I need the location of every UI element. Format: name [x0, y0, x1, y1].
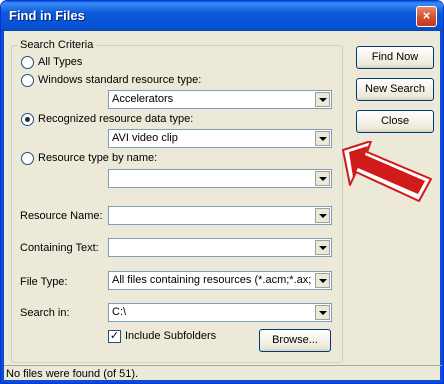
window-title: Find in Files — [9, 8, 85, 23]
windows-standard-type-value: Accelerators — [112, 93, 174, 105]
find-now-button[interactable]: Find Now — [356, 46, 434, 69]
close-button[interactable]: Close — [356, 110, 434, 133]
chevron-down-icon[interactable] — [315, 131, 330, 146]
search-in-label: Search in: — [20, 307, 70, 319]
find-in-files-window: Find in Files × Search Criteria All Type… — [0, 0, 444, 384]
red-arrow-icon — [342, 141, 432, 202]
file-type-combo[interactable]: All files containing resources (*.acm;*.… — [108, 271, 332, 290]
chevron-down-icon[interactable] — [315, 305, 330, 320]
chevron-down-icon[interactable] — [315, 171, 330, 186]
containing-text-label: Containing Text: — [20, 242, 99, 254]
chevron-down-icon[interactable] — [315, 240, 330, 255]
radio-recognized-type[interactable] — [21, 113, 34, 126]
radio-type-by-name[interactable] — [21, 152, 34, 165]
recognized-type-value: AVI video clip — [112, 132, 178, 144]
recognized-type-combo[interactable]: AVI video clip — [108, 129, 332, 148]
include-subfolders-label[interactable]: Include Subfolders — [125, 330, 216, 342]
resource-name-combo[interactable] — [108, 206, 332, 225]
type-by-name-combo[interactable] — [108, 169, 332, 188]
new-search-button[interactable]: New Search — [356, 78, 434, 101]
search-in-combo[interactable]: C:\ — [108, 303, 332, 322]
window-close-button[interactable]: × — [416, 6, 437, 27]
status-bar: No files were found (of 51). — [4, 365, 442, 382]
radio-all-types[interactable] — [21, 56, 34, 69]
radio-recognized-type-label[interactable]: Recognized resource data type: — [38, 113, 193, 125]
browse-button[interactable]: Browse... — [259, 329, 331, 352]
file-type-label: File Type: — [20, 276, 68, 288]
radio-windows-standard[interactable] — [21, 74, 34, 87]
include-subfolders-checkbox[interactable]: ✓ — [108, 330, 121, 343]
title-bar[interactable]: Find in Files × — [1, 1, 443, 31]
windows-standard-type-combo[interactable]: Accelerators — [108, 90, 332, 109]
radio-type-by-name-label[interactable]: Resource type by name: — [38, 152, 157, 164]
window-frame-right — [440, 31, 443, 383]
search-in-value: C:\ — [112, 306, 127, 318]
window-frame-left — [1, 31, 4, 383]
radio-all-types-label[interactable]: All Types — [38, 56, 82, 68]
radio-windows-standard-label[interactable]: Windows standard resource type: — [38, 74, 201, 86]
file-type-value: All files containing resources (*.acm;*.… — [112, 274, 311, 286]
chevron-down-icon[interactable] — [315, 92, 330, 107]
status-text: No files were found (of 51). — [6, 368, 139, 380]
checkmark-icon: ✓ — [109, 330, 120, 342]
containing-text-combo[interactable] — [108, 238, 332, 257]
resource-name-label: Resource Name: — [20, 210, 103, 222]
search-criteria-legend: Search Criteria — [18, 39, 96, 51]
chevron-down-icon[interactable] — [315, 273, 330, 288]
chevron-down-icon[interactable] — [315, 208, 330, 223]
